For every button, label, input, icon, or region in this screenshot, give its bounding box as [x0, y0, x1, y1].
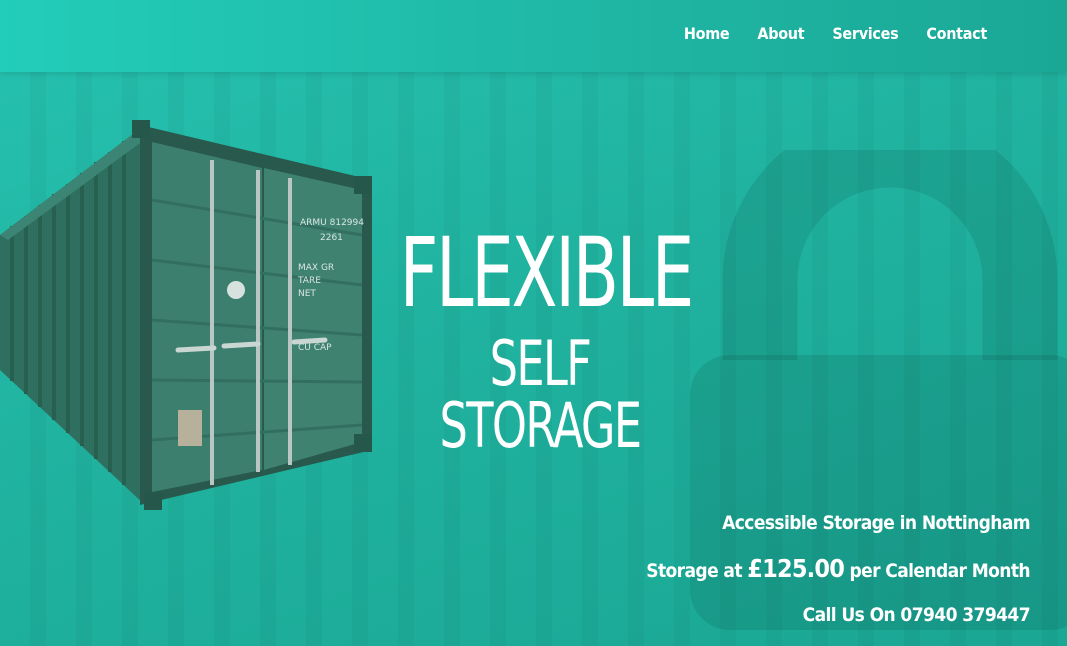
svg-text:NET: NET [298, 289, 316, 299]
shipping-container-image: ARMU 812994 2261 MAX GR TARE NET CU CAP [0, 120, 372, 510]
hero-page: ARMU 812994 2261 MAX GR TARE NET CU CAP … [0, 0, 1067, 646]
price-line: Storage at £125.00 per Calendar Month [646, 551, 1030, 597]
hero-title-line2: SELF STORAGE [439, 327, 643, 462]
main-nav: Home About Services Contact [684, 24, 987, 43]
info-block: Accessible Storage in Nottingham Storage… [646, 505, 1030, 643]
nav-home-link[interactable]: Home [684, 24, 730, 43]
price-value: £125.00 [747, 554, 845, 583]
site-header: Home About Services Contact [0, 0, 1067, 72]
svg-text:TARE: TARE [297, 276, 321, 286]
container-code: ARMU 812994 [300, 218, 364, 228]
nav-about-link[interactable]: About [757, 24, 804, 43]
svg-text:CU CAP: CU CAP [298, 343, 332, 353]
hero-title-line1: FLEXIBLE [399, 217, 695, 329]
price-suffix: per Calendar Month [844, 560, 1030, 582]
container-type: 2261 [320, 233, 343, 243]
nav-services-link[interactable]: Services [832, 24, 898, 43]
svg-text:MAX GR: MAX GR [298, 263, 334, 273]
hero-title: FLEXIBLE SELF STORAGE [360, 225, 720, 457]
phone-text[interactable]: Call Us On 07940 379447 [646, 597, 1031, 643]
nav-contact-link[interactable]: Contact [926, 24, 987, 43]
price-prefix: Storage at [646, 560, 748, 582]
tagline-text: Accessible Storage in Nottingham [722, 512, 1030, 534]
